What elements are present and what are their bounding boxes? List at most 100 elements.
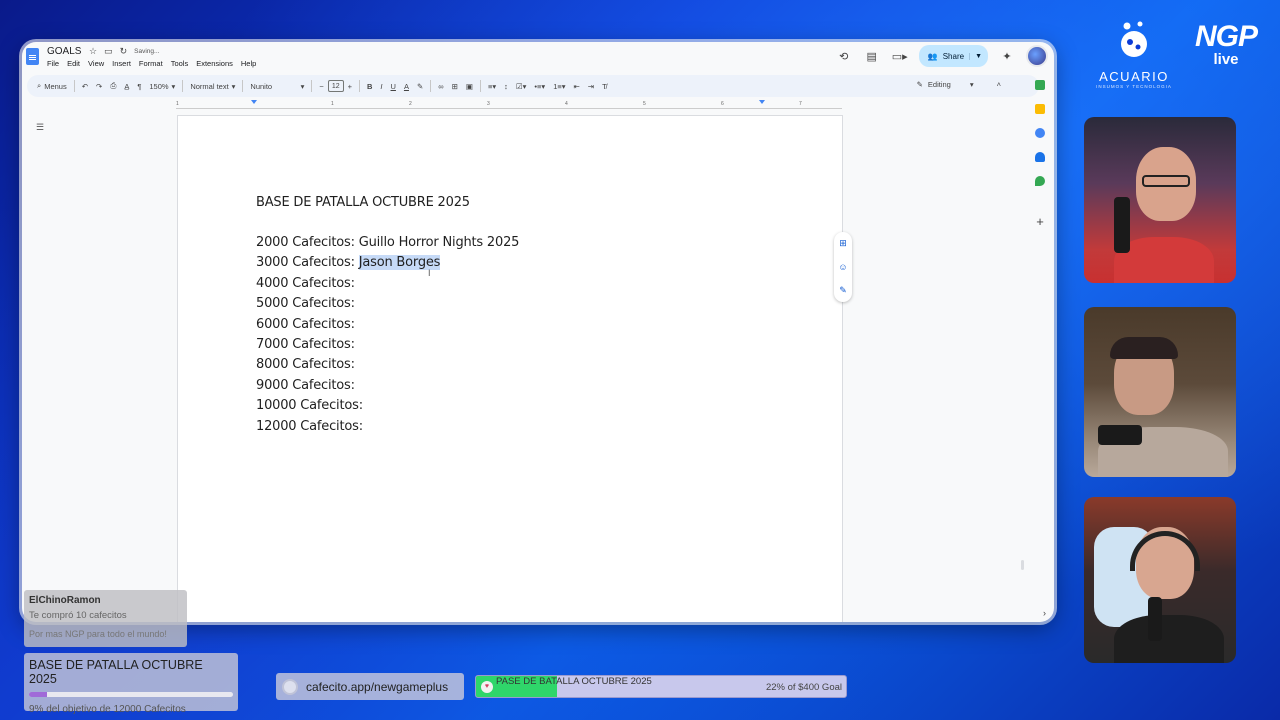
plus-icon[interactable]: + [1036, 214, 1044, 229]
print-icon[interactable]: ⎙ [106, 81, 120, 91]
webcam-feed-1 [1084, 117, 1236, 283]
font-size-decrease[interactable]: − [315, 82, 327, 91]
add-comment-icon[interactable]: ⊞ [839, 238, 847, 249]
star-icon[interactable]: ☆ [89, 46, 97, 57]
ruler[interactable]: 1 1 2 3 4 5 6 7 [176, 100, 842, 109]
redo-icon[interactable]: ↷ [92, 82, 106, 91]
style-select[interactable]: Normal text ▾ [186, 82, 239, 91]
text-color-icon[interactable]: A [400, 82, 413, 91]
font-size-increase[interactable]: + [344, 82, 356, 91]
goal-line[interactable]: 10000 Cafecitos: [256, 398, 519, 418]
spellcheck-icon[interactable]: A̲ [120, 82, 133, 91]
goal-line[interactable]: 5000 Cafecitos: [256, 296, 519, 316]
indent-marker[interactable] [251, 100, 257, 104]
goal-line[interactable]: 8000 Cafecitos: [256, 357, 519, 377]
goal-progress-bar [29, 692, 233, 697]
share-button[interactable]: 👥 Share ▼ [918, 45, 988, 67]
chevron-up-icon[interactable]: ˄ [997, 80, 1001, 89]
goal-title: BASE DE PATALLA OCTUBRE 2025 [29, 658, 203, 686]
goal-line[interactable]: 12000 Cafecitos: [256, 419, 519, 439]
goal-progress-fill [29, 692, 48, 697]
doc-icon[interactable] [26, 48, 39, 65]
paint-format-icon[interactable]: ¶ [133, 82, 145, 91]
cafecito-icon [282, 678, 298, 695]
avatar[interactable] [1026, 45, 1048, 67]
menus-label: Menus [44, 81, 67, 91]
align-icon[interactable]: ≡▾ [484, 82, 500, 91]
goal-line[interactable]: 7000 Cafecitos: [256, 337, 519, 357]
emoji-icon[interactable]: ☺ [838, 262, 847, 272]
webcam-feed-2 [1084, 307, 1236, 477]
sheets-icon[interactable] [1035, 80, 1045, 90]
ngp-logo: NGP [1194, 20, 1258, 53]
goal-label: 6000 Cafecitos: [256, 316, 355, 332]
font-size-input[interactable]: 12 [327, 80, 344, 92]
highlight-icon[interactable]: ✎ [413, 82, 427, 91]
gemini-icon[interactable]: ✦ [998, 50, 1016, 63]
pencil-icon: ✎ [916, 80, 923, 89]
right-margin-marker[interactable] [759, 100, 765, 104]
editing-mode-select[interactable]: ✎ Editing ▾ ˄ [917, 80, 1001, 89]
acuario-name: ACUARIO [1099, 69, 1169, 84]
zoom-select[interactable]: 150% ▾ [145, 82, 179, 91]
suggest-icon[interactable]: ✎ [839, 285, 847, 296]
keep-icon[interactable] [1035, 104, 1045, 114]
menu-help[interactable]: Help [241, 59, 256, 68]
bullet-list-icon[interactable]: •≡▾ [530, 82, 549, 91]
goal-line[interactable]: 2000 Cafecitos: Guillo Horror Nights 202… [256, 235, 519, 255]
scrollbar[interactable] [1021, 560, 1024, 570]
undo-icon[interactable]: ↶ [78, 82, 92, 91]
menu-format[interactable]: Format [139, 59, 163, 68]
bold-icon[interactable]: B [363, 82, 376, 91]
goal-line[interactable]: 6000 Cafecitos: [256, 317, 519, 337]
goal-line[interactable]: 3000 Cafecitos: Jason Borges [256, 255, 519, 275]
clear-format-icon[interactable]: T̸ [598, 82, 611, 91]
chevron-right-icon[interactable]: › [1043, 608, 1046, 618]
goal-list: 2000 Cafecitos: Guillo Horror Nights 202… [256, 235, 519, 439]
indent-increase-icon[interactable]: ⇥ [584, 82, 598, 91]
comment-icon[interactable]: ▤ [863, 50, 881, 63]
donation-message: Por mas NGP para todo el mundo! [29, 629, 167, 639]
font-select[interactable]: Nunito ▾ [246, 82, 308, 91]
italic-icon[interactable]: I [376, 82, 386, 91]
ruler-tick: 2 [409, 101, 412, 107]
line-spacing-icon[interactable]: ↕ [500, 82, 512, 91]
maps-icon[interactable] [1035, 176, 1045, 186]
link-icon[interactable]: ∞ [434, 82, 447, 91]
checklist-icon[interactable]: ☑▾ [512, 82, 531, 91]
folder-icon[interactable]: ▭ [104, 46, 113, 57]
image-icon[interactable]: ▣ [462, 82, 477, 91]
menu-tools[interactable]: Tools [171, 59, 189, 68]
numbered-list-icon[interactable]: 1≡▾ [549, 82, 569, 91]
menu-edit[interactable]: Edit [67, 59, 80, 68]
document-heading[interactable]: BASE DE PATALLA OCTUBRE 2025 [256, 195, 470, 210]
video-icon[interactable]: ▭▸ [891, 50, 909, 63]
goal-line[interactable]: 9000 Cafecitos: [256, 378, 519, 398]
document-page[interactable]: BASE DE PATALLA OCTUBRE 2025 2000 Cafeci… [177, 115, 843, 622]
contacts-icon[interactable] [1035, 152, 1045, 162]
top-right-actions: ⟲ ▤ ▭▸ 👥 Share ▼ ✦ [835, 45, 1048, 67]
goal-line[interactable]: 4000 Cafecitos: [256, 276, 519, 296]
ruler-tick: 7 [799, 101, 802, 107]
menu-view[interactable]: View [88, 59, 104, 68]
menus-search[interactable]: ⌕ Menus [33, 81, 71, 91]
search-icon: ⌕ [37, 81, 42, 90]
history-icon[interactable]: ⟲ [835, 50, 853, 63]
people-icon: 👥 [927, 51, 938, 61]
menu-file[interactable]: File [47, 59, 59, 68]
indent-decrease-icon[interactable]: ⇤ [570, 82, 584, 91]
menu-extensions[interactable]: Extensions [196, 59, 233, 68]
formatting-toolbar: ⌕ Menus ↶ ↷ ⎙ A̲ ¶ 150% ▾ Normal text ▾ Nu… [27, 75, 1039, 97]
goal-label: 4000 Cafecitos: [256, 275, 355, 291]
chevron-down-icon[interactable]: ▼ [969, 52, 982, 60]
tasks-icon[interactable] [1035, 128, 1045, 138]
outline-icon[interactable]: ☰ [36, 122, 44, 133]
save-status: Saving... [134, 48, 160, 55]
add-comment-icon[interactable]: ⊞ [448, 82, 462, 91]
document-title[interactable]: GOALS [47, 46, 81, 57]
menu-insert[interactable]: Insert [112, 59, 131, 68]
chevron-down-icon: ▾ [300, 81, 305, 91]
cafecito-link[interactable]: cafecito.app/newgameplus [276, 673, 464, 700]
font-value: Nunito [250, 81, 273, 91]
underline-icon[interactable]: U [387, 82, 400, 91]
